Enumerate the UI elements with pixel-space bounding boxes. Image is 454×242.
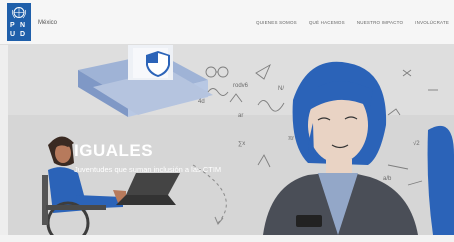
svg-text:rodv6: rodv6 bbox=[233, 83, 249, 89]
nav-links: QUIENES SOMOS QUÉ HACEMOS NUESTRO IMPACT… bbox=[256, 20, 449, 25]
hero-illustration: rodv6 4d ar N/ a²+b² 9/2 πr ∑x √2 a/b bbox=[8, 45, 454, 235]
logo-letter-n: N bbox=[20, 22, 26, 29]
hero-banner: rodv6 4d ar N/ a²+b² 9/2 πr ∑x √2 a/b bbox=[8, 45, 454, 235]
un-emblem-icon bbox=[11, 7, 27, 19]
svg-text:ar: ar bbox=[238, 113, 243, 119]
page: P N U D México QUIENES SOMOS QUÉ HACEMOS… bbox=[0, 0, 454, 242]
svg-text:∑x: ∑x bbox=[238, 141, 245, 147]
logo-letter-p: P bbox=[10, 22, 15, 29]
svg-text:√2: √2 bbox=[413, 140, 420, 147]
svg-text:N/: N/ bbox=[278, 86, 284, 92]
second-person-illustration bbox=[427, 125, 454, 235]
top-navigation: P N U D México QUIENES SOMOS QUÉ HACEMOS… bbox=[0, 0, 454, 45]
logo-letter-u: U bbox=[10, 31, 16, 38]
svg-text:πr: πr bbox=[288, 136, 294, 142]
hero-title: IGUALES bbox=[74, 141, 154, 160]
nav-item-nuestro-impacto[interactable]: NUESTRO IMPACTO bbox=[357, 20, 403, 25]
nav-item-quienes-somos[interactable]: QUIENES SOMOS bbox=[256, 20, 297, 25]
hero-subtitle: Juventudes que suman inclusión a las CTI… bbox=[74, 165, 222, 174]
country-label[interactable]: México bbox=[38, 20, 57, 26]
nav-item-involucrate[interactable]: INVOLÚCRATE bbox=[415, 20, 449, 25]
page-bottom-strip bbox=[0, 235, 454, 242]
svg-text:4d: 4d bbox=[198, 99, 205, 105]
nav-item-que-hacemos[interactable]: QUÉ HACEMOS bbox=[309, 20, 345, 25]
pnud-logo[interactable]: P N U D bbox=[7, 3, 31, 41]
logo-letter-d: D bbox=[20, 31, 26, 38]
svg-text:a/b: a/b bbox=[383, 176, 392, 182]
